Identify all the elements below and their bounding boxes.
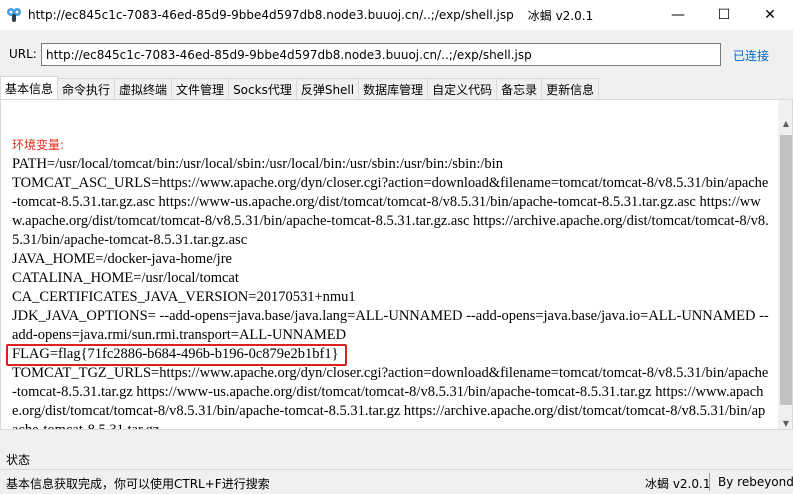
tab-memo[interactable]: 备忘录 — [496, 78, 543, 99]
env-line-path: PATH=/usr/local/tomcat/bin:/usr/local/sb… — [12, 156, 503, 172]
env-line-catalina-home: CATALINA_HOME=/usr/local/tomcat — [12, 270, 239, 286]
url-label: URL: — [9, 47, 37, 61]
tab-command-exec[interactable]: 命令执行 — [57, 78, 116, 99]
scroll-up-icon[interactable]: ▲ — [778, 115, 792, 131]
tab-socks-proxy[interactable]: Socks代理 — [228, 78, 297, 99]
status-author: By rebeyond — [718, 475, 793, 489]
env-output: 环境变量: PATH=/usr/local/tomcat/bin:/usr/lo… — [12, 135, 770, 430]
status-message: 基本信息获取完成，你可以使用CTRL+F进行搜索 — [6, 477, 270, 491]
basic-info-panel: 环境变量: PATH=/usr/local/tomcat/bin:/usr/lo… — [0, 99, 793, 430]
scroll-thumb[interactable] — [780, 135, 792, 405]
status-section-label: 状态 — [6, 453, 31, 467]
tab-update-info[interactable]: 更新信息 — [541, 78, 600, 99]
window-controls: — ☐ ✕ — [655, 0, 793, 30]
app-icon — [7, 8, 21, 22]
maximize-button[interactable]: ☐ — [701, 0, 747, 30]
tab-reverse-shell[interactable]: 反弹Shell — [295, 78, 360, 99]
env-line-jdk-options: JDK_JAVA_OPTIONS= --add-opens=java.base/… — [12, 308, 769, 343]
tab-basic-info[interactable]: 基本信息 — [0, 76, 59, 99]
env-line-tomcat-tgz: TOMCAT_TGZ_URLS=https://www.apache.org/d… — [12, 365, 769, 430]
env-heading: 环境变量: — [12, 138, 65, 152]
close-button[interactable]: ✕ — [747, 0, 793, 30]
status-bar: 基本信息获取完成，你可以使用CTRL+F进行搜索 冰蝎 v2.0.1 By re… — [0, 469, 793, 494]
maximize-icon: ☐ — [717, 7, 731, 23]
tab-custom-code[interactable]: 自定义代码 — [427, 78, 498, 99]
flag-highlight-box — [6, 344, 347, 366]
env-line-tomcat-asc: TOMCAT_ASC_URLS=https://www.apache.org/d… — [12, 175, 769, 248]
window-app-name: 冰蝎 v2.0.1 — [527, 8, 594, 23]
minimize-button[interactable]: — — [655, 0, 701, 30]
env-line-ca-cert: CA_CERTIFICATES_JAVA_VERSION=20170531+nm… — [12, 289, 356, 305]
status-separator — [709, 473, 710, 491]
window-title: http://ec845c1c-7083-46ed-85d9-9bbe4d597… — [28, 8, 514, 22]
scroll-down-icon[interactable]: ▼ — [778, 415, 792, 429]
tab-virtual-terminal[interactable]: 虚拟终端 — [114, 78, 173, 99]
vertical-scrollbar[interactable]: ▲ ▼ — [778, 100, 792, 429]
url-row: URL: 已连接 — [0, 30, 793, 78]
status-version: 冰蝎 v2.0.1 — [645, 477, 711, 491]
title-bar: http://ec845c1c-7083-46ed-85d9-9bbe4d597… — [0, 0, 793, 30]
tab-file-manager[interactable]: 文件管理 — [171, 78, 230, 99]
minimize-icon: — — [671, 7, 685, 23]
close-icon: ✕ — [764, 7, 776, 23]
connection-status: 已连接 — [733, 49, 770, 63]
env-line-java-home: JAVA_HOME=/docker-java-home/jre — [12, 251, 232, 267]
tab-bar: 基本信息 命令执行 虚拟终端 文件管理 Socks代理 反弹Shell 数据库管… — [0, 76, 600, 99]
tab-database-manager[interactable]: 数据库管理 — [358, 78, 429, 99]
url-input[interactable] — [41, 43, 721, 66]
